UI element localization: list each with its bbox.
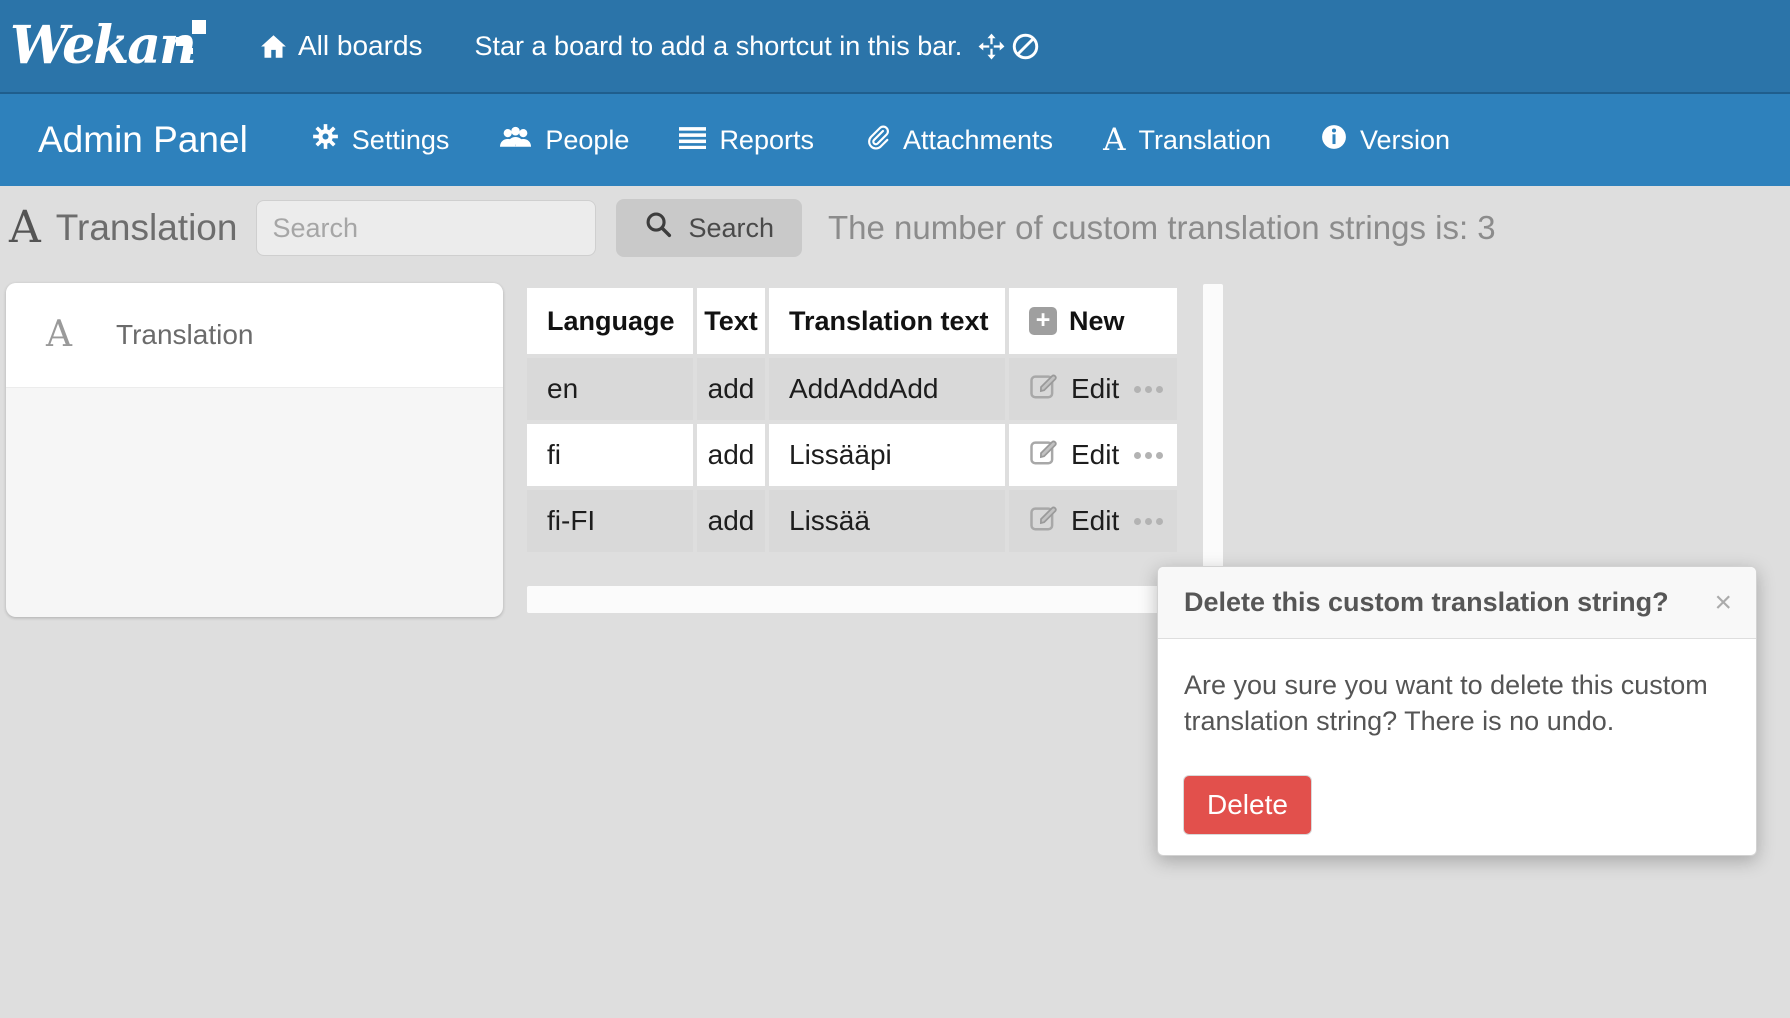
nav-item-label: Settings [352,125,450,156]
delete-button[interactable]: Delete [1184,776,1311,834]
admin-nav: Settings People [312,123,1450,157]
logo-pixel-square [176,37,185,46]
page-title: Translation [56,207,238,249]
list-icon [679,125,706,156]
horizontal-scrollbar[interactable] [527,586,1196,613]
table-row: fi add Lissääpi Edit [527,424,1177,486]
delete-confirmation-dialog: Delete this custom translation string? ×… [1157,566,1757,856]
edit-icon[interactable] [1029,371,1059,408]
new-label[interactable]: New [1069,306,1125,337]
nav-item-label: Reports [719,125,814,156]
nav-item-settings[interactable]: Settings [312,123,450,157]
nav-item-translation[interactable]: A Translation [1103,125,1271,156]
column-header-text: Text [697,288,765,354]
gear-icon [312,123,339,157]
wekan-logo-text: Wekan [10,15,195,76]
search-input[interactable] [256,200,596,256]
vertical-scrollbar[interactable] [1203,284,1223,612]
cell-language: fi [527,424,693,486]
row-menu-ellipsis-icon[interactable] [1134,386,1163,393]
cell-text: add [697,358,765,420]
translation-count-text: The number of custom translation strings… [828,209,1496,247]
table-header-row: Language Text Translation text + New [527,288,1177,354]
topbar-icons [978,33,1039,60]
nav-item-label: Version [1360,125,1450,156]
column-header-translation: Translation text [769,288,1005,354]
search-button-label: Search [688,213,774,244]
column-header-new: + New [1009,288,1177,354]
all-boards-link[interactable]: All boards [260,30,423,62]
cell-translation: Lissää [769,490,1005,552]
cell-language: en [527,358,693,420]
plus-square-icon[interactable]: + [1029,307,1057,335]
home-icon [260,34,287,59]
nav-item-label: People [545,125,629,156]
row-menu-ellipsis-icon[interactable] [1134,518,1163,525]
row-menu-ellipsis-icon[interactable] [1134,452,1163,459]
edit-button[interactable]: Edit [1071,505,1119,537]
logo-pixel-square [192,20,206,34]
search-icon [644,210,673,246]
column-header-language: Language [527,288,693,354]
nav-item-reports[interactable]: Reports [679,125,814,156]
nav-item-label: Translation [1138,125,1271,156]
cell-text: add [697,490,765,552]
nav-item-attachments[interactable]: Attachments [864,124,1053,157]
dialog-title: Delete this custom translation string? [1184,587,1714,618]
edit-icon[interactable] [1029,503,1059,540]
paperclip-icon [864,124,890,157]
admin-sidebar: A Translation [6,283,503,617]
cell-language: fi-FI [527,490,693,552]
search-button[interactable]: Search [616,199,802,257]
edit-button[interactable]: Edit [1071,373,1119,405]
dialog-header: Delete this custom translation string? × [1158,567,1756,639]
translation-a-icon: A [1103,125,1125,156]
edit-button[interactable]: Edit [1071,439,1119,471]
info-icon [1321,124,1347,157]
logo-pixel-square [187,48,193,54]
translations-table: Language Text Translation text + New en … [523,284,1181,556]
translation-a-icon: A [46,317,72,353]
sidebar-item-translation[interactable]: A Translation [6,283,503,388]
cell-text: add [697,424,765,486]
nav-item-label: Attachments [903,125,1053,156]
ban-icon[interactable] [1012,33,1039,60]
admin-nav-bar: Admin Panel Settings [0,94,1790,186]
wekan-logo[interactable]: Wekan [10,6,210,86]
section-a-icon: A [9,206,41,250]
cell-actions: Edit [1009,424,1177,486]
sidebar-item-label: Translation [116,319,253,351]
admin-panel-title: Admin Panel [38,119,248,161]
table-row: en add AddAddAdd Edit [527,358,1177,420]
cell-actions: Edit [1009,490,1177,552]
dialog-message: Are you sure you want to delete this cus… [1158,639,1756,740]
cell-actions: Edit [1009,358,1177,420]
nav-item-version[interactable]: Version [1321,124,1450,157]
translation-subheader: A Translation Search The number of custo… [0,186,1790,270]
nav-item-people[interactable]: People [499,125,629,156]
table-row: fi-FI add Lissää Edit [527,490,1177,552]
all-boards-label: All boards [298,30,423,62]
cell-translation: Lissääpi [769,424,1005,486]
wekan-admin-screen: Wekan All boards Star a board to add a s… [0,0,1790,1018]
shortcut-banner-text: Star a board to add a shortcut in this b… [475,31,963,62]
topbar: Wekan All boards Star a board to add a s… [0,0,1790,94]
close-icon[interactable]: × [1714,588,1732,618]
move-icon[interactable] [978,33,1005,60]
cell-translation: AddAddAdd [769,358,1005,420]
edit-icon[interactable] [1029,437,1059,474]
people-icon [499,125,532,156]
